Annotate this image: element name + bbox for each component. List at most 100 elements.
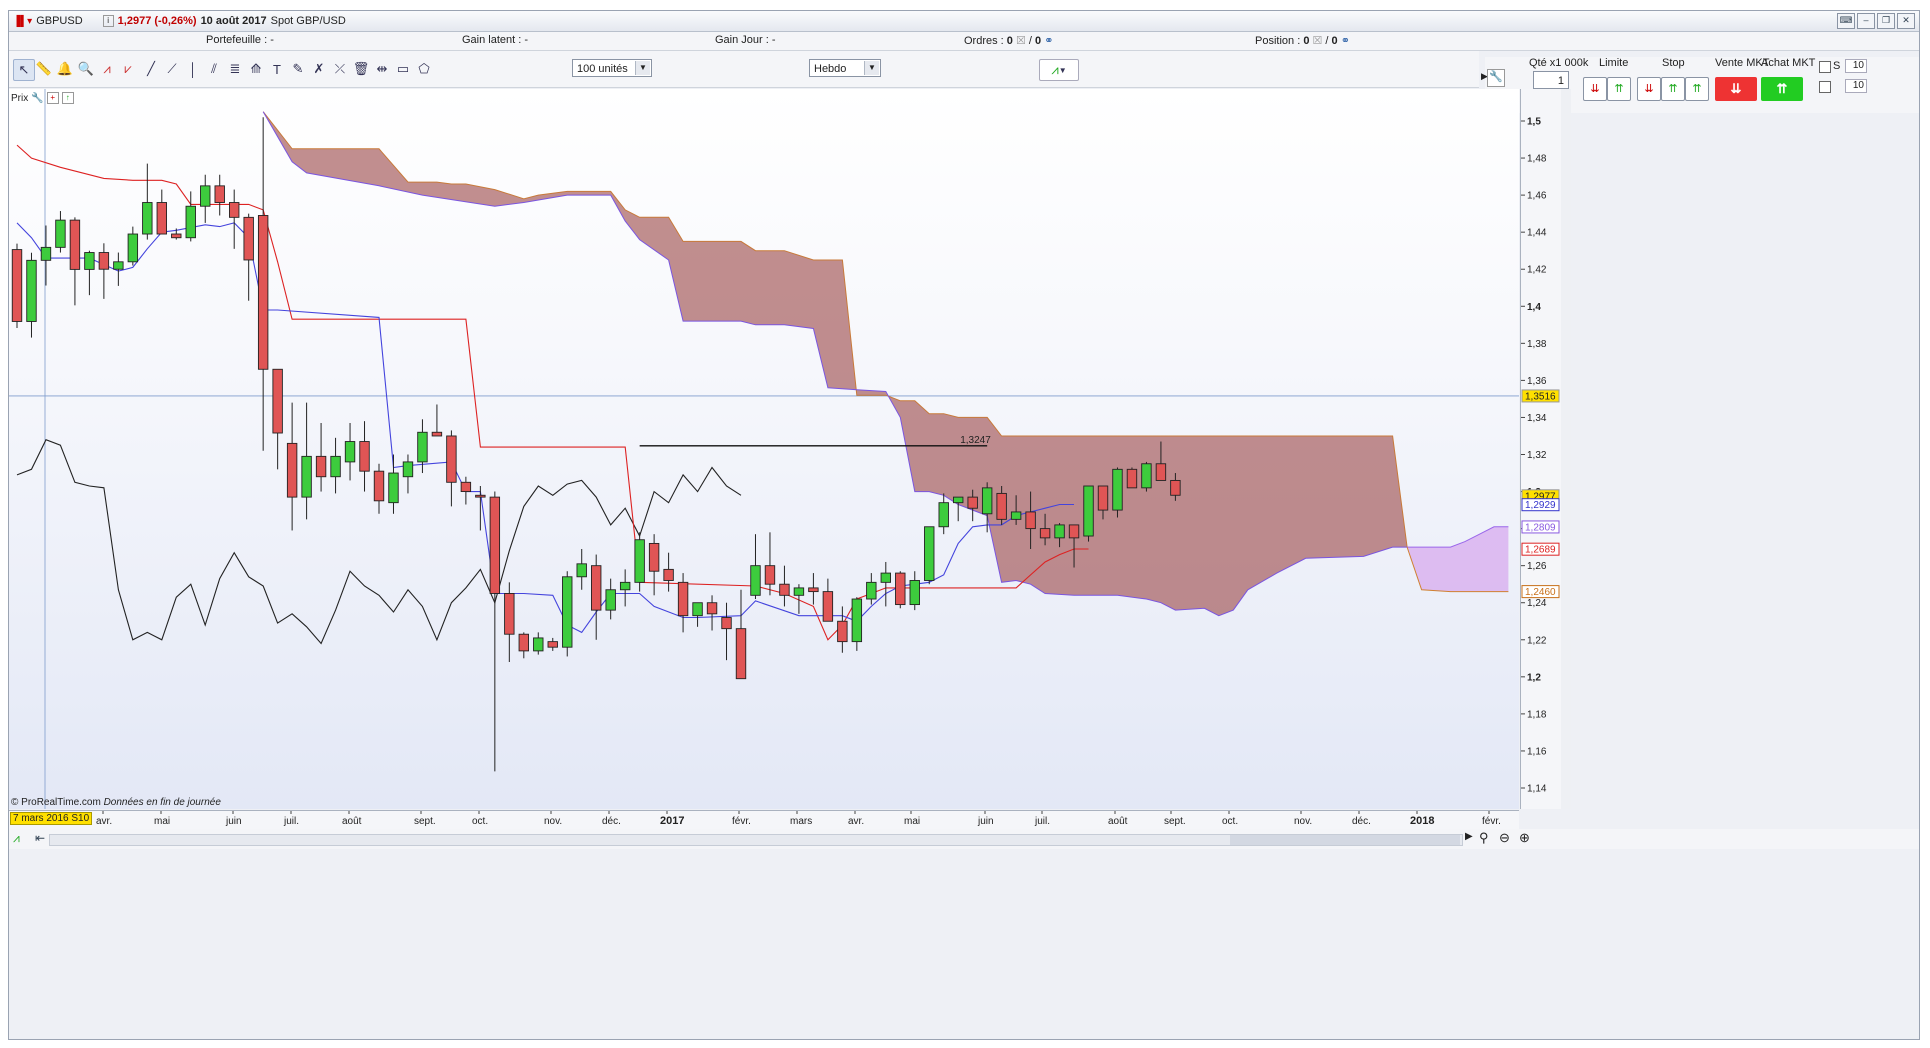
price-chart-area[interactable]: 1,3247 [9, 89, 1519, 809]
brush-tool-icon[interactable]: ✎ [288, 59, 308, 79]
channel-tool-icon[interactable]: ⫽ [204, 59, 224, 79]
candle-body [967, 496, 978, 509]
scrollbar-thumb[interactable] [1230, 835, 1460, 845]
position-link-icon[interactable]: ⚭ [1341, 35, 1350, 47]
time-axis[interactable]: avr. mai juin juil. août sept. oct. nov. déc. 201… [9, 810, 1519, 829]
ray-tool-icon[interactable]: ⟋ [162, 59, 182, 79]
candle [40, 225, 52, 286]
symbol-label[interactable]: GBPUSD [36, 15, 82, 27]
fibonacci-tool-icon[interactable]: ≣ [225, 59, 245, 79]
scroll-left-icon[interactable]: ⇤ [35, 831, 45, 845]
candle [257, 117, 269, 451]
candle-body [344, 441, 356, 463]
rectangle-tool-icon[interactable]: ▭ [393, 59, 413, 79]
candle-body [721, 617, 732, 630]
candle-body [591, 565, 602, 611]
x-tick-label: déc. [1352, 816, 1371, 827]
stop-buy-button-2[interactable]: ⇈ [1685, 77, 1709, 101]
limit-sell-button[interactable]: ⇊ [1583, 77, 1607, 101]
quantity-input[interactable]: 1 [1533, 71, 1569, 89]
indicators-icon[interactable]: ⩘ ▼ [1039, 59, 1079, 81]
candle-body [706, 602, 718, 615]
candle-body [909, 580, 920, 606]
achat-label: Achat MKT [1761, 57, 1816, 69]
vertical-scrollbar[interactable] [1561, 89, 1571, 809]
position-value: 0 [1303, 35, 1310, 47]
candle-body [504, 593, 515, 635]
scroll-right-icon[interactable]: ▶ [1465, 831, 1473, 842]
horizontal-scrollbar[interactable] [49, 834, 1463, 846]
candle-body [938, 502, 949, 528]
add-indicator-icon[interactable]: + [46, 92, 59, 104]
auto-zoom-icon[interactable]: ⚲ [1479, 830, 1489, 846]
limit-buy-button[interactable]: ⇈ [1607, 77, 1631, 101]
candle [127, 226, 139, 266]
instrument-name: Spot GBP/USD [270, 15, 346, 27]
x-tick-label: août [1108, 816, 1128, 827]
zoom-out-icon[interactable]: ⊖ [1499, 830, 1510, 846]
quote-date: 10 août 2017 [200, 15, 267, 27]
candle-body [880, 572, 891, 583]
period-select[interactable]: Hebdo ▼ [809, 59, 881, 77]
arrow-tool-icon[interactable]: ⤫ [330, 59, 350, 79]
candle-body [648, 542, 660, 572]
wrench-icon[interactable]: 🔧 [31, 93, 43, 104]
candle [55, 211, 66, 253]
candle-body [26, 259, 37, 322]
d-checkbox[interactable] [1819, 81, 1831, 93]
close-button[interactable]: ✕ [1897, 13, 1915, 29]
y-tick-label: 1,2 [1527, 672, 1541, 683]
sell-market-button[interactable]: ⇊ [1715, 77, 1757, 101]
x-tick-label: oct. [1222, 816, 1238, 827]
account-info-bar: Portefeuille : - Gain latent : - Gain Jo… [9, 32, 1919, 51]
keyboard-icon[interactable]: ⌨ [1837, 13, 1855, 29]
candle [518, 632, 529, 659]
instrument-menu-icon[interactable]: ▐▌▾ [13, 16, 32, 27]
candle [562, 571, 573, 657]
prix-header: Prix 🔧 + ↑ [11, 92, 74, 104]
wave-tool-icon[interactable]: ⩗ [118, 59, 138, 79]
buy-market-button[interactable]: ⇈ [1761, 77, 1803, 101]
vertical-line-tool-icon[interactable]: │ [183, 59, 203, 79]
candlestick-chart: 1,3247 [9, 89, 1519, 809]
text-tool-icon[interactable]: T [267, 59, 287, 79]
candle [388, 454, 399, 514]
close-position-icon[interactable]: ☒ [1313, 35, 1323, 47]
orders-link-icon[interactable]: ⚭ [1044, 35, 1053, 47]
info-icon[interactable]: i [102, 15, 114, 27]
fan-tool-icon[interactable]: ⟰ [246, 59, 266, 79]
lasso-tool-icon[interactable]: ⬠ [414, 59, 434, 79]
restore-button[interactable]: ❐ [1877, 13, 1895, 29]
order-settings-icon[interactable]: 🔧 [1487, 69, 1505, 87]
price-axis[interactable]: 1,5 1,48 1,46 1,44 1,42 1,4 1,38 1,36 1,34 1,32 1,… [1520, 89, 1561, 809]
candle [243, 213, 254, 301]
candle-body [1141, 463, 1152, 489]
expand-icon[interactable]: ↑ [61, 92, 74, 104]
pointer-tool-icon[interactable]: ↖ [13, 59, 35, 81]
candle-body [156, 202, 168, 235]
chart-type-icon[interactable]: ⩘ [13, 831, 20, 846]
candle-body [533, 637, 544, 652]
trash-icon[interactable]: 🗑 [351, 59, 371, 79]
x-tick-label: juil. [1034, 816, 1050, 827]
pattern-tool-icon[interactable]: ⩘ [97, 59, 117, 79]
s-value-input[interactable]: 10 [1845, 59, 1867, 73]
s-checkbox[interactable] [1819, 61, 1831, 73]
cross-tool-icon[interactable]: ✗ [309, 59, 329, 79]
cancel-orders-icon[interactable]: ☒ [1016, 35, 1026, 47]
zoom-tool-icon[interactable]: 🔍 [76, 59, 96, 79]
candle [1083, 485, 1094, 542]
alert-bell-icon[interactable]: 🔔 [55, 59, 75, 79]
units-select[interactable]: 100 unités ▼ [572, 59, 652, 77]
horizontal-segment-tool-icon[interactable]: ⇹ [372, 59, 392, 79]
candle [547, 637, 558, 651]
trendline-tool-icon[interactable]: ╱ [141, 59, 161, 79]
zoom-in-icon[interactable]: ⊕ [1519, 830, 1530, 846]
y-tick-label: 1,38 [1527, 339, 1547, 350]
stop-buy-button[interactable]: ⇈ [1661, 77, 1685, 101]
x-tick-label: oct. [472, 816, 488, 827]
d-value-input[interactable]: 10 [1845, 79, 1867, 93]
ruler-tool-icon[interactable]: 📏 [34, 59, 54, 79]
stop-sell-button[interactable]: ⇊ [1637, 77, 1661, 101]
minimize-button[interactable]: – [1857, 13, 1875, 29]
